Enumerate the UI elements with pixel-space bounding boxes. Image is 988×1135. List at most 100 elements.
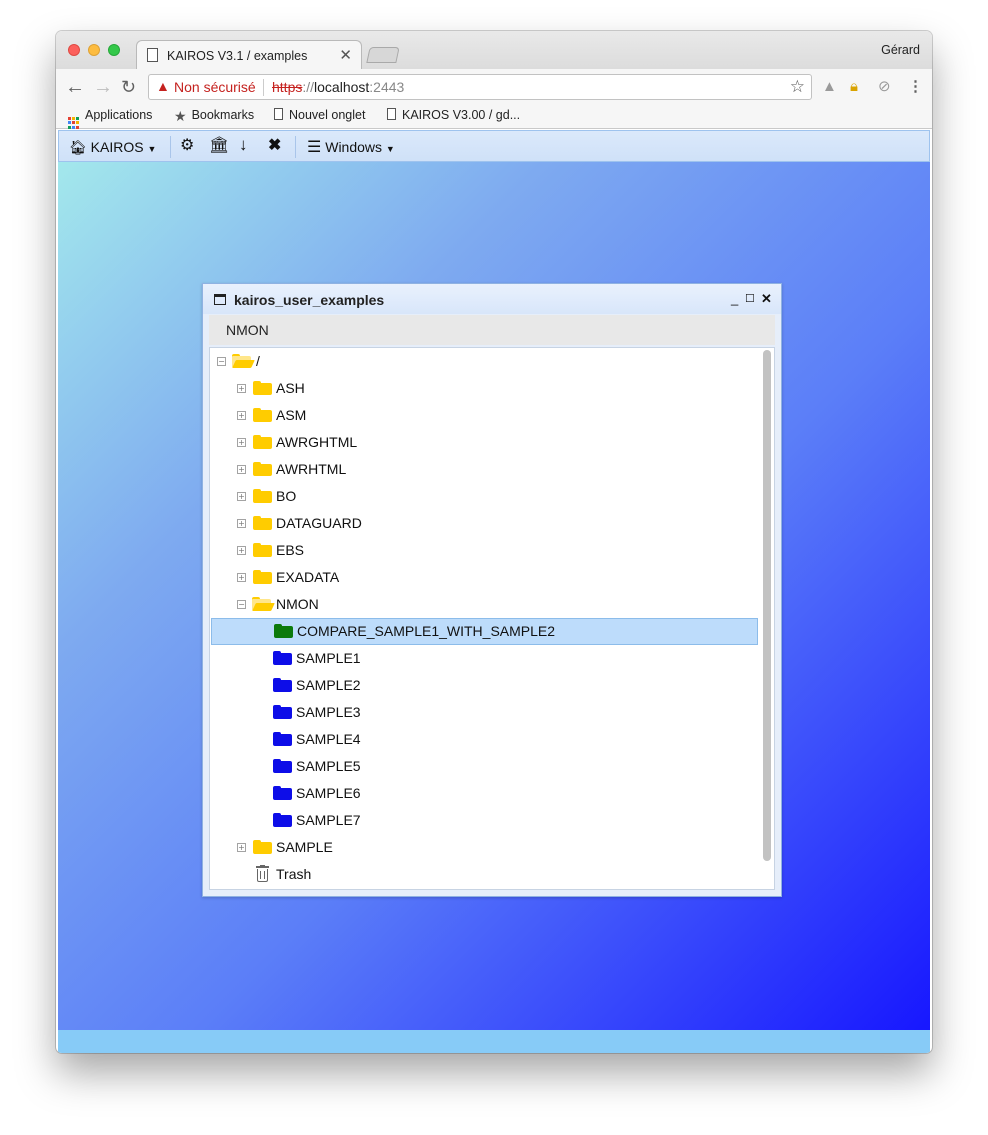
tree-item-bo[interactable]: + BO [210,483,758,510]
tree-item-sample3[interactable]: SAMPLE3 [210,699,758,726]
collapse-icon[interactable]: − [217,357,226,366]
bookmark-label: Nouvel onglet [289,108,366,122]
compass-icon[interactable]: ⊘ [878,78,891,96]
folder-icon [273,678,292,692]
tab-title: KAIROS V3.1 / examples [167,49,308,63]
expand-icon[interactable]: + [237,492,246,501]
tree-label: SAMPLE1 [296,650,361,666]
folder-icon [253,489,272,503]
apps-grid-icon [68,117,80,129]
close-dialog-icon[interactable]: ✕ [761,291,772,306]
bookmark-bookmarks[interactable]: ★ Bookmarks [174,108,254,125]
close-window-button[interactable] [68,44,80,56]
caret-down-icon: ▼ [147,144,157,154]
bookmark-star-icon[interactable]: ☆ [790,77,805,97]
status-bar [58,1030,930,1053]
expand-icon[interactable]: + [237,573,246,582]
expand-icon[interactable]: + [237,843,246,852]
tree-item-compare-sample1-with-sample2[interactable]: COMPARE_SAMPLE1_WITH_SAMPLE2 [211,618,758,645]
folder-open-icon [232,354,255,368]
expand-icon[interactable]: + [237,465,246,474]
folder-icon [273,705,292,719]
page-icon [387,108,396,120]
gear-icon[interactable]: ⚙ [180,137,194,155]
expand-icon[interactable]: + [237,546,246,555]
tree-item-sample2[interactable]: SAMPLE2 [210,672,758,699]
tree-item-sample1[interactable]: SAMPLE1 [210,645,758,672]
profile-name[interactable]: Gérard [881,43,920,57]
expand-icon[interactable]: + [237,411,246,420]
windows-menu[interactable]: ☰ Windows ▼ [307,138,395,158]
bookmarks-bar: Applications ★ Bookmarks Nouvel onglet KA… [56,105,932,129]
kairos-menu-label: KAIROS [90,139,144,155]
bookmark-label: KAIROS V3.00 / gd... [402,108,521,122]
new-tab-button[interactable] [366,47,400,63]
security-warning[interactable]: Non sécurisé [174,79,256,95]
tree-item-sample5[interactable]: SAMPLE5 [210,753,758,780]
folder-icon [253,516,272,530]
expand-icon[interactable]: + [237,384,246,393]
tree-item-awrghtml[interactable]: + AWRGHTML [210,429,758,456]
tree-item-sample4[interactable]: SAMPLE4 [210,726,758,753]
expand-icon[interactable]: + [237,438,246,447]
close-icon[interactable]: ✖ [268,137,281,155]
drive-icon[interactable]: ▲ [822,78,837,96]
tree-item-sample6[interactable]: SAMPLE6 [210,780,758,807]
dialog-header[interactable]: kairos_user_examples _ ☐ ✕ [203,284,781,314]
menu-dots-icon[interactable]: ⋮ [908,78,923,96]
lock-extension-icon[interactable]: 🔒︎ [850,78,858,96]
bookmark-nouvel-onglet[interactable]: Nouvel onglet [274,108,365,122]
tree-label: EBS [276,542,305,558]
forward-arrow-icon[interactable]: → [93,75,113,99]
tree-label: SAMPLE3 [296,704,361,720]
bookmark-kairos-v300[interactable]: KAIROS V3.00 / gd... [387,108,520,122]
home-icon: 🏠︎ [69,139,87,155]
tree-scrollbar[interactable] [763,350,771,861]
collapse-icon[interactable]: − [237,600,246,609]
browser-toolbar: ← → ↻ ▲ Non sécurisé https://localhost:2… [56,69,932,105]
folder-icon [273,651,292,665]
zoom-window-button[interactable] [108,44,120,56]
browser-tab[interactable]: KAIROS V3.1 / examples ✕ [136,40,362,70]
tree-item-awrhtml[interactable]: + AWRHTML [210,456,758,483]
folder-tree: − / + ASH + ASM + AWRGHTML + AWRHTML + B… [209,347,775,890]
tab-close-icon[interactable]: ✕ [339,46,352,64]
bookmark-label: Applications [85,108,153,122]
browser-window: KAIROS V3.1 / examples ✕ Gérard ← → ↻ ▲ … [56,31,932,1053]
page-icon [274,108,283,120]
expand-icon[interactable]: + [237,519,246,528]
tree-item-exadata[interactable]: + EXADATA [210,564,758,591]
tree-item-sample7[interactable]: SAMPLE7 [210,807,758,834]
url-text[interactable]: https://localhost:2443 [272,79,404,95]
minimize-window-button[interactable] [88,44,100,56]
tree-item-sample[interactable]: + SAMPLE [210,834,758,861]
kairos-menu[interactable]: 🏠︎ KAIROS ▼ [69,138,156,158]
url-scheme: https [272,79,303,95]
tree-label: SAMPLE2 [296,677,361,693]
bank-icon[interactable]: 🏛︎ [209,137,229,155]
minimize-icon[interactable]: _ [731,291,738,306]
kairos-app: 🏠︎ KAIROS ▼ ⚙ 🏛︎ ↓ ✖ ☰ Windows ▼ kairos_… [58,130,930,1053]
tab-nmon[interactable]: NMON [226,322,269,338]
examples-dialog: kairos_user_examples _ ☐ ✕ NMON − / + AS… [202,283,782,897]
tree-item-ash[interactable]: + ASH [210,375,758,402]
tree-root[interactable]: − / [210,348,758,375]
bookmark-applications[interactable]: Applications [68,108,152,129]
tree-label: SAMPLE6 [296,785,361,801]
tree-label: / [256,353,260,369]
maximize-icon[interactable]: ☐ [745,292,755,307]
page-icon [147,48,158,62]
reload-icon[interactable]: ↻ [121,75,136,99]
tree-item-dataguard[interactable]: + DATAGUARD [210,510,758,537]
address-bar[interactable]: ▲ Non sécurisé https://localhost:2443 ☆ [148,74,812,100]
back-arrow-icon[interactable]: ← [65,75,85,99]
tree-item-trash[interactable]: Trash [210,861,758,888]
folder-icon [253,435,272,449]
tree-item-nmon[interactable]: − NMON [210,591,758,618]
tree-item-asm[interactable]: + ASM [210,402,758,429]
folder-icon [273,759,292,773]
arrow-down-icon[interactable]: ↓ [239,136,248,154]
url-host: localhost [314,79,370,95]
tree-item-ebs[interactable]: + EBS [210,537,758,564]
dialog-title: kairos_user_examples [234,292,385,308]
